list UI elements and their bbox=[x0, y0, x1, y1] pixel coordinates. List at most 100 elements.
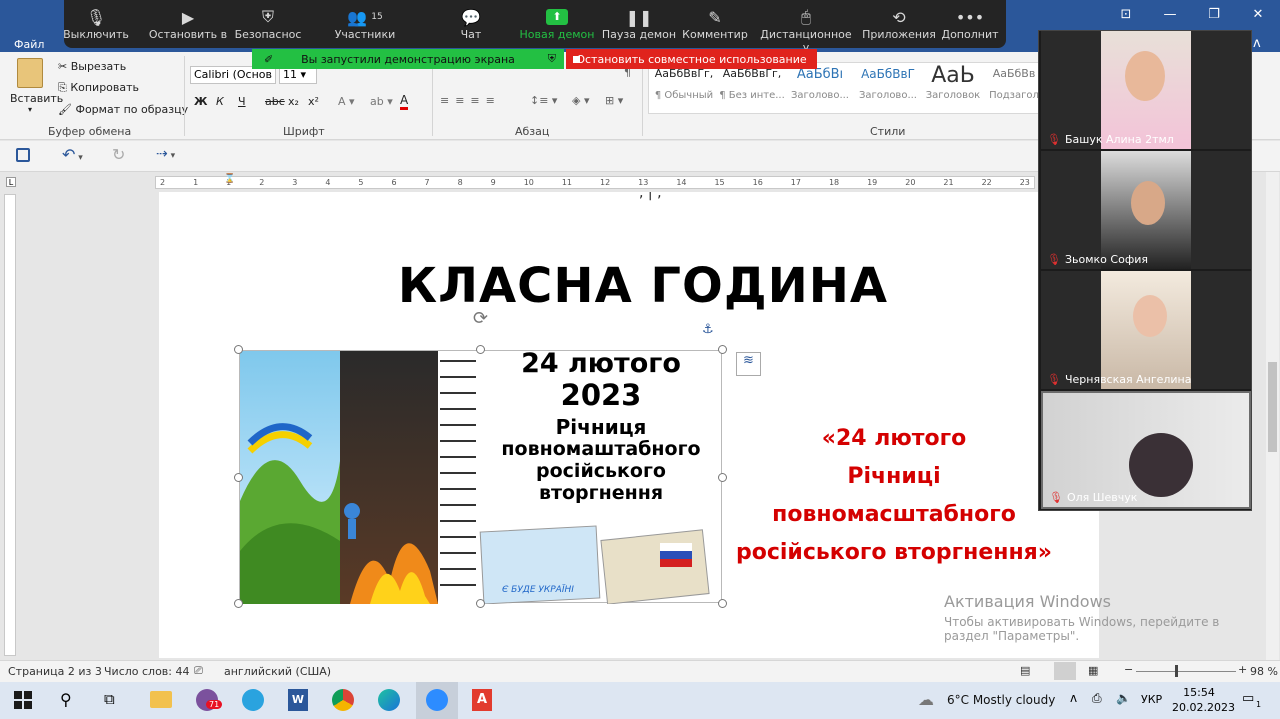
share-chevron-icon[interactable]: ʌ bbox=[1253, 36, 1261, 51]
tray-chevron-icon[interactable]: ʌ bbox=[1070, 691, 1077, 705]
resize-handle[interactable] bbox=[234, 345, 243, 354]
remote-control-button[interactable]: 🖱 Дистанционное у bbox=[756, 6, 856, 54]
subscript-button[interactable]: x₂ bbox=[288, 95, 299, 108]
start-icon[interactable] bbox=[14, 691, 32, 709]
rotate-handle-icon[interactable]: ⟳ bbox=[473, 308, 488, 329]
undo-icon[interactable]: ↶ ▾ bbox=[62, 145, 83, 164]
line-spacing-icon[interactable]: ↕≡ ▾ bbox=[530, 94, 557, 107]
style-heading1[interactable]: АаБбВı Заголово... bbox=[787, 67, 853, 101]
highlight-icon[interactable]: ab ▾ bbox=[370, 95, 393, 108]
zoom-level[interactable]: 98 % bbox=[1250, 665, 1278, 678]
borders-icon[interactable]: ⊞ ▾ bbox=[605, 94, 623, 107]
new-share-button[interactable]: ⬆ Новая демон bbox=[512, 6, 602, 41]
language[interactable]: английский (США) bbox=[224, 665, 331, 678]
resize-handle[interactable] bbox=[718, 599, 727, 608]
cut-button[interactable]: ✂ Вырезать bbox=[58, 60, 126, 73]
style-normal[interactable]: АаБбВвГг, ¶ Обычный bbox=[651, 67, 717, 101]
zoom-slider-thumb[interactable] bbox=[1175, 665, 1178, 677]
zoom-app-icon bbox=[426, 689, 448, 711]
mute-button[interactable]: 🎙 Выключить bbox=[51, 6, 141, 42]
italic-button[interactable]: К bbox=[216, 95, 224, 108]
resize-handle[interactable] bbox=[476, 345, 485, 354]
format-painter-button[interactable]: 🖌 Формат по образцу bbox=[58, 103, 188, 116]
underline-button[interactable]: Ч bbox=[238, 95, 246, 108]
indent-marker-icon[interactable]: ⌛ bbox=[224, 174, 235, 184]
page-count[interactable]: Страница 2 из 3 bbox=[8, 665, 102, 678]
minimize-icon[interactable]: — bbox=[1148, 0, 1192, 28]
resize-handle[interactable] bbox=[476, 599, 485, 608]
vertical-ruler[interactable] bbox=[4, 194, 16, 656]
align-icons[interactable]: ≡≡≡≡ bbox=[440, 94, 501, 107]
keyboard-language[interactable]: УКР bbox=[1141, 693, 1162, 706]
close-icon[interactable]: ✕ bbox=[1236, 0, 1280, 28]
participant-tile[interactable]: 🎙 Чернявская Ангелина bbox=[1041, 271, 1251, 389]
document-page[interactable]: , | , КЛАСНА ГОДИНА 24 лютого 2023 Річни… bbox=[159, 192, 1099, 658]
vertical-scrollbar[interactable] bbox=[1266, 172, 1279, 660]
ruler-number: 19 bbox=[867, 178, 878, 187]
notifications-icon[interactable]: ▭ bbox=[1242, 691, 1254, 706]
clock[interactable]: 15:54 20.02.2023 bbox=[1172, 685, 1235, 715]
strikethrough-button[interactable]: abc bbox=[265, 95, 285, 108]
group-label-font: Шрифт bbox=[283, 125, 325, 138]
word-count[interactable]: Число слов: 44 bbox=[104, 665, 190, 678]
tab-selector[interactable]: L bbox=[6, 177, 16, 187]
tab-file[interactable]: Файл bbox=[14, 38, 44, 51]
participant-tile[interactable]: 🎙 Зьомко София bbox=[1041, 151, 1251, 269]
task-view-icon[interactable]: ⧉ bbox=[104, 690, 115, 708]
selected-picture[interactable]: 24 лютого 2023 Річниця повномаштабного р… bbox=[239, 348, 722, 605]
participant-tile[interactable]: 🎙 Оля Шевчук bbox=[1041, 391, 1251, 509]
ribbon-display-icon[interactable]: ⊡ bbox=[1104, 0, 1148, 28]
zoom-out-icon[interactable]: − bbox=[1124, 663, 1133, 676]
weather-text[interactable]: 6°C Mostly cloudy bbox=[947, 693, 1055, 707]
shading-icon[interactable]: ◈ ▾ bbox=[572, 94, 589, 107]
text-effects-icon[interactable]: A ▾ bbox=[338, 95, 355, 108]
save-icon[interactable] bbox=[16, 148, 30, 162]
redo-icon[interactable]: ↻ bbox=[112, 145, 125, 164]
resize-handle[interactable] bbox=[718, 345, 727, 354]
security-button[interactable]: ⛨ Безопаснос bbox=[223, 6, 313, 41]
resize-handle[interactable] bbox=[234, 473, 243, 482]
annotate-button[interactable]: ✎ Комментир bbox=[670, 6, 760, 42]
zoom-taskbar-active[interactable] bbox=[416, 682, 458, 719]
copy-button[interactable]: ⎘ Копировать bbox=[58, 81, 139, 95]
chat-button[interactable]: 💬 Чат bbox=[426, 6, 516, 42]
ruler-number: 14 bbox=[676, 178, 687, 187]
stop-video-button[interactable]: ▶ Остановить в bbox=[143, 6, 233, 42]
network-icon[interactable]: ⎙ bbox=[1092, 691, 1102, 706]
layout-options-icon[interactable]: ≋ bbox=[736, 352, 761, 376]
print-layout-icon[interactable] bbox=[1054, 662, 1076, 680]
zoom-in-icon[interactable]: + bbox=[1238, 663, 1247, 676]
restore-icon[interactable]: ❐ bbox=[1192, 0, 1236, 28]
superscript-button[interactable]: x² bbox=[308, 95, 319, 108]
style-no-spacing[interactable]: АаБбВвГг, ¶ Без инте... bbox=[719, 67, 785, 101]
search-icon[interactable]: ⚲ bbox=[60, 690, 72, 709]
participant-tile[interactable]: 🎙 Башук Алина 2тмл bbox=[1041, 31, 1251, 149]
style-heading2[interactable]: АаБбВвГ Заголово... bbox=[855, 67, 921, 101]
style-title[interactable]: АаЬ Заголовок bbox=[923, 63, 983, 101]
bold-button[interactable]: Ж bbox=[194, 95, 207, 108]
stop-share-button[interactable]: Остановить совместное использование bbox=[566, 49, 817, 69]
web-layout-icon[interactable]: ▦ bbox=[1088, 664, 1098, 677]
horizontal-ruler[interactable]: 2 1 1 2 3 4 5 6 7 8 9 10 11 12 13 14 15 16 17 18 19 20 21 22 23 … bbox=[155, 174, 1035, 189]
file-explorer-icon[interactable] bbox=[150, 691, 172, 708]
chrome-icon[interactable] bbox=[332, 689, 354, 711]
weather-icon[interactable]: ☁ bbox=[918, 690, 934, 709]
participants-button[interactable]: 👥 15 Участники bbox=[320, 6, 410, 42]
style-subtitle[interactable]: АаБбВв Подзагол bbox=[987, 67, 1041, 101]
paste-button[interactable]: Вставить ▾ bbox=[10, 58, 63, 118]
read-mode-icon[interactable]: ▤ bbox=[1020, 664, 1030, 677]
windows-taskbar: ⚲ ⧉ 71 W A ☁ 6°C Mostly cloudy ʌ ⎙ 🔈 УКР… bbox=[0, 682, 1280, 719]
resize-handle[interactable] bbox=[234, 599, 243, 608]
more-button[interactable]: ••• Дополнит bbox=[925, 6, 1015, 42]
more-icon: ••• bbox=[955, 7, 985, 27]
zoom-slider[interactable] bbox=[1136, 671, 1236, 672]
acrobat-icon[interactable]: A bbox=[472, 689, 492, 711]
touch-mode-icon[interactable]: ⇢ ▾ bbox=[156, 146, 175, 162]
font-color-icon[interactable]: A bbox=[400, 93, 409, 110]
telegram-icon[interactable] bbox=[242, 689, 264, 711]
scrollbar-thumb[interactable] bbox=[1268, 362, 1277, 452]
volume-icon[interactable]: 🔈 bbox=[1116, 691, 1131, 705]
edge-icon[interactable] bbox=[378, 689, 400, 711]
proofing-icon[interactable]: ⎚ bbox=[194, 664, 203, 678]
word-icon[interactable]: W bbox=[288, 689, 308, 711]
